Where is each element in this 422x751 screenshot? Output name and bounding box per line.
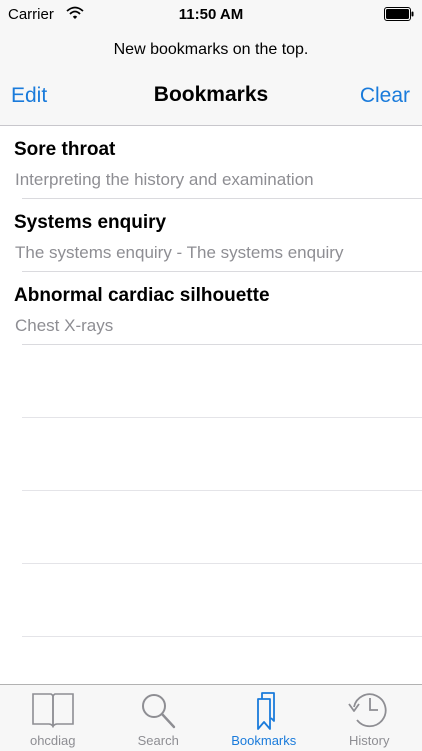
bookmarks-hint: New bookmarks on the top. [0, 41, 422, 59]
book-icon [29, 689, 77, 729]
bookmark-subtitle: Chest X-rays [15, 316, 113, 336]
empty-row [22, 418, 422, 491]
bookmark-title: Systems enquiry [14, 212, 166, 234]
tab-label: Search [106, 733, 212, 748]
bookmark-subtitle: Interpreting the history and examination [15, 170, 314, 190]
tab-bookmarks[interactable]: Bookmarks [211, 685, 317, 751]
bookmark-row-sore-throat[interactable]: Sore throat Interpreting the history and… [22, 126, 422, 199]
tab-label: History [317, 733, 422, 748]
clock-history-icon [345, 689, 393, 731]
status-time: 11:50 AM [0, 6, 422, 23]
bookmark-list: Sore throat Interpreting the history and… [0, 126, 422, 637]
clear-button[interactable]: Clear [360, 84, 410, 108]
magnifier-icon [134, 689, 182, 731]
bookmark-row-systems-enquiry[interactable]: Systems enquiry The systems enquiry - Th… [22, 199, 422, 272]
tab-history[interactable]: History [317, 685, 422, 751]
bookmark-title: Abnormal cardiac silhouette [14, 285, 270, 307]
empty-row [22, 564, 422, 637]
page-title: Bookmarks [0, 83, 422, 107]
tab-ohcdiag[interactable]: ohcdiag [0, 685, 106, 751]
empty-row [22, 345, 422, 418]
status-bar: Carrier 11:50 AM [0, 0, 422, 30]
tab-label: Bookmarks [211, 733, 317, 748]
tab-search[interactable]: Search [106, 685, 212, 751]
bookmarks-icon [240, 689, 288, 731]
bookmark-subtitle: The systems enquiry - The systems enquir… [15, 243, 343, 263]
tab-bar: ohcdiag Search Bookmarks History [0, 684, 422, 751]
bookmark-title: Sore throat [14, 139, 115, 161]
top-bar: Carrier 11:50 AM New bookmarks on the to… [0, 0, 422, 126]
battery-icon [384, 7, 414, 21]
edit-button[interactable]: Edit [11, 84, 47, 108]
empty-row [22, 491, 422, 564]
bookmark-row-abnormal-cardiac-silhouette[interactable]: Abnormal cardiac silhouette Chest X-rays [22, 272, 422, 345]
tab-label: ohcdiag [0, 733, 106, 748]
